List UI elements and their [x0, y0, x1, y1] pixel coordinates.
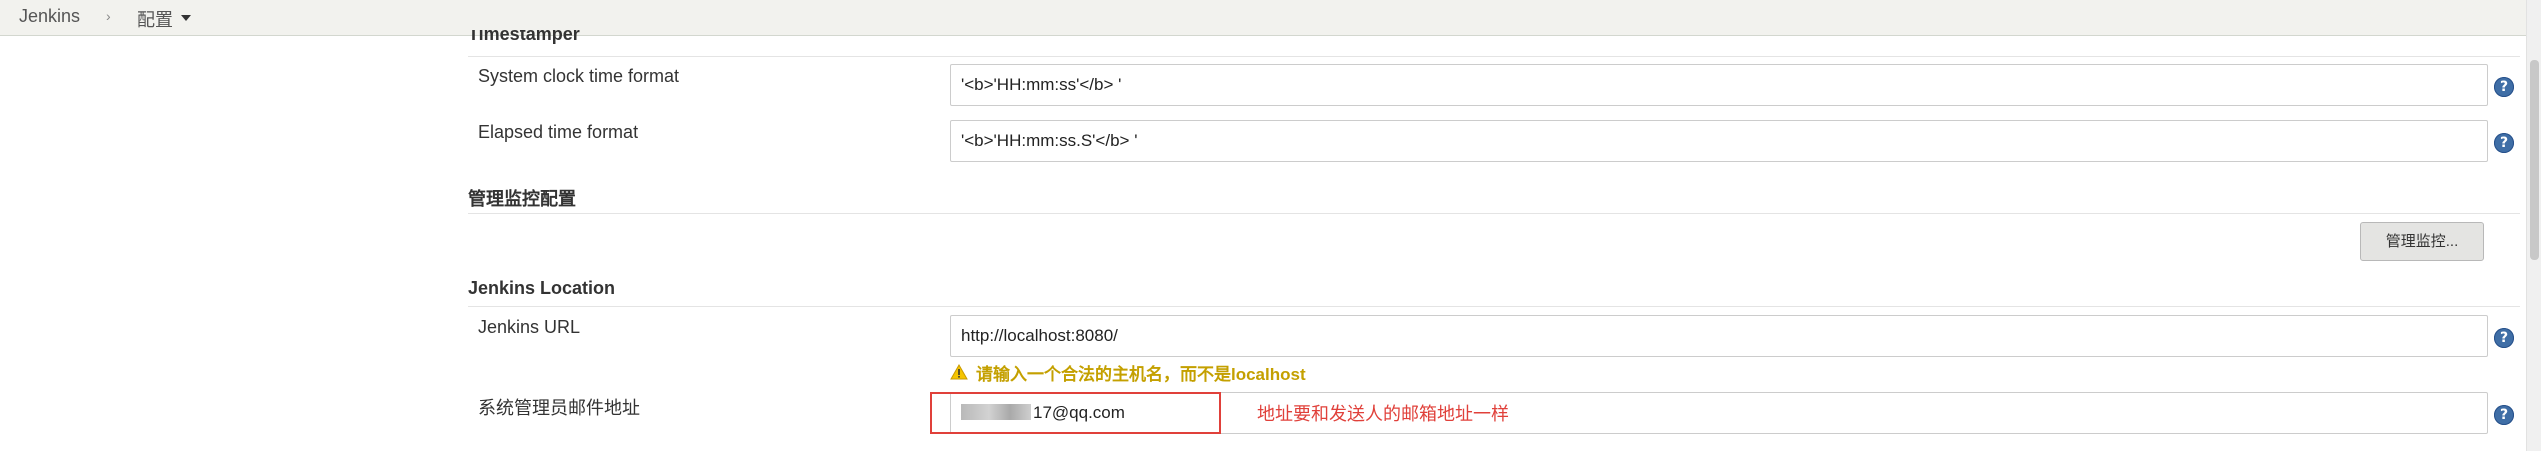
- section-divider: [468, 213, 2520, 214]
- section-title-monitoring: 管理监控配置: [468, 189, 576, 209]
- help-icon[interactable]: ?: [2494, 328, 2514, 348]
- jenkins-url-label: Jenkins URL: [478, 317, 581, 337]
- system-clock-format-input[interactable]: '<b>'HH:mm:ss'</b> ': [950, 64, 2488, 106]
- localhost-warning-message: 请输入一个合法的主机名，而不是localhost: [976, 365, 1306, 384]
- chevron-down-icon[interactable]: [181, 15, 191, 21]
- scrollbar-thumb[interactable]: [2530, 60, 2539, 260]
- vertical-scrollbar[interactable]: [2526, 0, 2541, 451]
- section-divider: [468, 56, 2520, 57]
- jenkins-url-input[interactable]: http://localhost:8080/: [950, 315, 2488, 357]
- warning-icon: [950, 364, 968, 380]
- help-icon[interactable]: ?: [2494, 405, 2514, 425]
- breadcrumb-config-link[interactable]: 配置: [137, 6, 173, 32]
- help-icon[interactable]: ?: [2494, 77, 2514, 97]
- section-title-jenkins-location: Jenkins Location: [468, 278, 616, 298]
- breadcrumb-bar: Jenkins › 配置: [0, 0, 2541, 36]
- help-icon[interactable]: ?: [2494, 133, 2514, 153]
- manage-monitors-button[interactable]: 管理监控...: [2360, 222, 2484, 261]
- elapsed-time-format-label: Elapsed time format: [478, 122, 639, 142]
- annotation-note: 地址要和发送人的邮箱地址一样: [1257, 404, 1509, 425]
- elapsed-time-format-input[interactable]: '<b>'HH:mm:ss.S'</b> ': [950, 120, 2488, 162]
- breadcrumb-separator: ›: [106, 8, 111, 24]
- system-clock-format-label: System clock time format: [478, 66, 680, 86]
- breadcrumb-jenkins-link[interactable]: Jenkins: [19, 6, 80, 27]
- admin-email-label: 系统管理员邮件地址: [478, 398, 640, 418]
- annotation-highlight-box: [930, 392, 1221, 434]
- section-divider: [468, 306, 2520, 307]
